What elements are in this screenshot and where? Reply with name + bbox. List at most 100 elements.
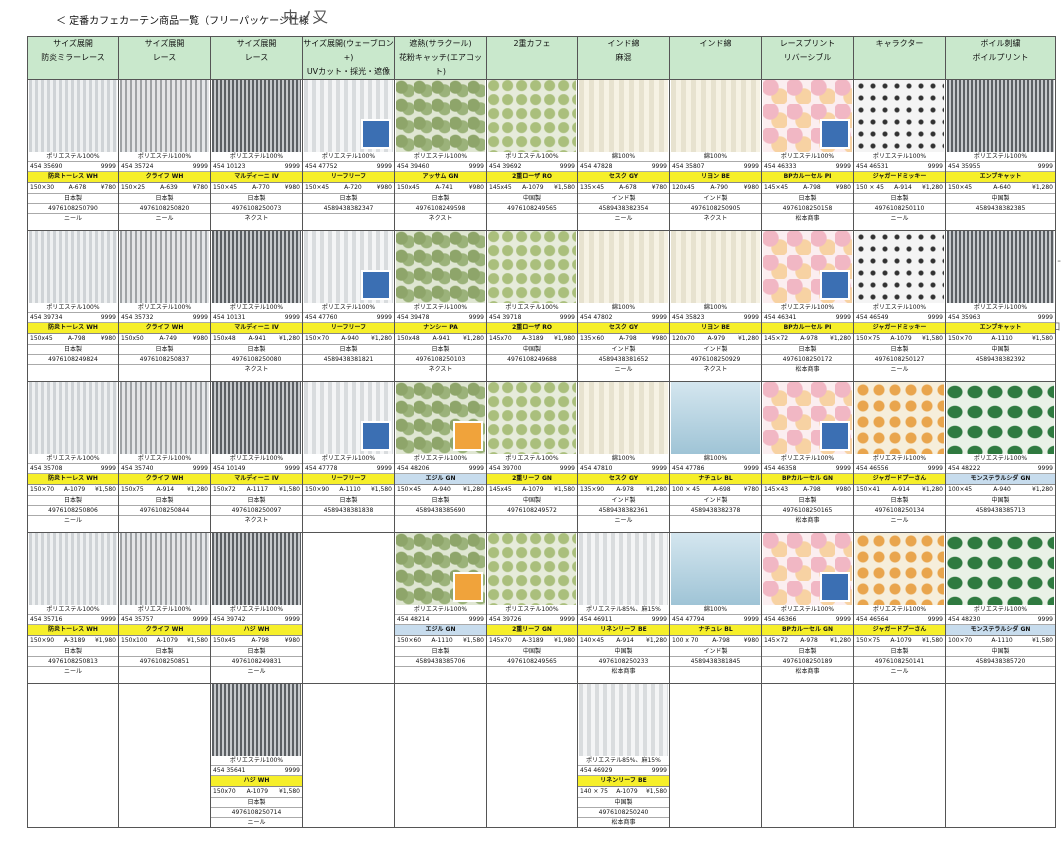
maker-name bbox=[29, 365, 118, 374]
origin-text: 中国製 bbox=[946, 345, 1055, 355]
size: 150×45 bbox=[397, 486, 422, 493]
material-text: ポリエステル100% bbox=[28, 605, 118, 615]
material-text: ポリエステル100% bbox=[487, 152, 577, 162]
product-name: ジャガードプーさん bbox=[854, 474, 945, 485]
stock-qty: 9999 bbox=[651, 465, 667, 472]
material-text: ポリエステル100% bbox=[854, 303, 945, 313]
price: ¥980 bbox=[284, 184, 300, 191]
product-photo bbox=[488, 533, 576, 605]
model-number: A-1079 bbox=[522, 486, 544, 493]
jan-code: 4589438381821 bbox=[303, 355, 394, 365]
size-price-line: 150×45 A-770 ¥980 bbox=[211, 183, 302, 194]
material-text: 綿100% bbox=[670, 454, 761, 464]
product-code: 454 39726 bbox=[489, 616, 522, 623]
column-header-line1: 2重カフェ bbox=[513, 39, 551, 48]
jan-code: 4976108249572 bbox=[487, 506, 577, 516]
product-name: 2重ローザ RO bbox=[487, 323, 577, 334]
model-number: A-639 bbox=[160, 184, 178, 191]
product-photo bbox=[488, 80, 576, 152]
stock-qty: 9999 bbox=[927, 163, 943, 170]
model-number: A-914 bbox=[892, 486, 910, 493]
column-header-line1: ボイル刺繍 bbox=[980, 39, 1021, 48]
size: 150×90 bbox=[30, 637, 55, 644]
product-info: ポリエステル100% 454 47778 9999 リーフリーフ 150×90 A-111… bbox=[303, 454, 394, 525]
product-name: ハジ WH bbox=[211, 776, 302, 787]
origin-text: 日本製 bbox=[762, 194, 853, 204]
product-card: ポリエステル100% 454 39700 9999 2重リーフ GN 145x45 A-1… bbox=[486, 381, 578, 533]
stock-qty: 9999 bbox=[927, 465, 943, 472]
product-info: ポリエステル100% 454 46564 9999 ジャガードプーさん 150×75 A-… bbox=[854, 605, 945, 676]
product-code-line: 454 47794 9999 bbox=[670, 615, 761, 625]
model-number: A-790 bbox=[710, 184, 728, 191]
product-code: 454 48230 bbox=[948, 616, 981, 623]
size-price-line: 150×45 A-720 ¥980 bbox=[303, 183, 394, 194]
product-name: モンステラルシダ GN bbox=[946, 474, 1055, 485]
stock-qty: 9999 bbox=[284, 314, 300, 321]
empty-cell bbox=[945, 683, 1056, 828]
product-code-line: 454 47786 9999 bbox=[670, 464, 761, 474]
size: 150x100 bbox=[121, 637, 148, 644]
product-name: ナンシー PA bbox=[395, 323, 486, 334]
product-code-line: 454 35823 9999 bbox=[670, 313, 761, 323]
product-card: ポリエステル100% 454 47752 9999 リーフリーフ 150×45 A-720… bbox=[302, 79, 395, 231]
product-code-line: 454 35732 9999 bbox=[119, 313, 210, 323]
material-text: ポリエステル100% bbox=[211, 152, 302, 162]
product-photo bbox=[120, 80, 209, 152]
product-code-line: 454 35757 9999 bbox=[119, 615, 210, 625]
product-code: 454 48214 bbox=[397, 616, 430, 623]
model-number: A-798 bbox=[803, 184, 821, 191]
maker-name: ネクスト bbox=[244, 215, 269, 222]
column-header-line2: 花粉キャッチ(エアコット) bbox=[398, 53, 483, 76]
product-name: ジャガードプーさん bbox=[854, 625, 945, 636]
product-code-line: 454 46366 9999 bbox=[762, 615, 853, 625]
jan-code: 4976108250240 bbox=[578, 808, 669, 818]
maker-name: 松本商事 bbox=[795, 517, 820, 524]
size: 100 × 45 bbox=[672, 486, 700, 493]
material-text: 綿100% bbox=[578, 303, 669, 313]
origin-text: 日本製 bbox=[854, 345, 945, 355]
price: ¥1,280 bbox=[186, 486, 208, 493]
maker-name bbox=[671, 516, 761, 525]
price: ¥1,580 bbox=[1031, 637, 1053, 644]
price: ¥1,980 bbox=[554, 637, 575, 644]
empty-cell bbox=[394, 683, 487, 828]
jan-code: 4976108250189 bbox=[762, 657, 853, 667]
origin-text: 中国製 bbox=[487, 194, 577, 204]
stock-qty: 9999 bbox=[376, 163, 392, 170]
model-number: A-1110 bbox=[991, 335, 1013, 342]
product-card: ポリエステル100% 454 35963 9999 エンブキャット 150×70 A-11… bbox=[945, 230, 1056, 382]
stock-qty: 9999 bbox=[559, 314, 575, 321]
size-price-line: 150x48 A-941 ¥1,280 bbox=[211, 334, 302, 345]
stock-qty: 9999 bbox=[284, 465, 300, 472]
origin-text: 日本製 bbox=[211, 496, 302, 506]
product-name: クライフ WH bbox=[119, 323, 210, 334]
stock-qty: 9999 bbox=[284, 616, 300, 623]
stock-qty: 9999 bbox=[376, 465, 392, 472]
column-header-line2: レース bbox=[152, 53, 177, 62]
product-info: ポリエステル100% 454 35708 9999 防炎トーレス WH 150×70 A-… bbox=[28, 454, 118, 525]
jan-code: 4589438385690 bbox=[395, 506, 486, 516]
product-photo bbox=[212, 533, 301, 605]
column-header: キャラクター bbox=[853, 36, 946, 80]
product-info: ポリエステル100% 454 35641 9999 ハジ WH 150x70 A-1079… bbox=[211, 756, 302, 827]
product-card: 綿100% 454 47802 9999 セスク GY 135×60 A-798 ¥980 イ… bbox=[577, 230, 670, 382]
size-price-line: 150×75 A-1079 ¥1,580 bbox=[854, 334, 945, 345]
product-info: ポリエステル100% 454 35955 9999 エンブキャット 150×45 A-64… bbox=[946, 152, 1055, 223]
column-header: 遮熱(サラクール) 花粉キャッチ(エアコット) bbox=[394, 36, 487, 80]
price: ¥1,580 bbox=[1031, 335, 1053, 342]
maker-name bbox=[488, 516, 577, 525]
jan-code: 4589438385720 bbox=[946, 657, 1055, 667]
size-price-line: 150x50 A-749 ¥980 bbox=[119, 334, 210, 345]
product-code-line: 454 46564 9999 bbox=[854, 615, 945, 625]
product-code-line: 454 39734 9999 bbox=[28, 313, 118, 323]
origin-text: 日本製 bbox=[119, 496, 210, 506]
product-code-line: 454 46556 9999 bbox=[854, 464, 945, 474]
size-price-line: 150x100 A-1079 ¥1,580 bbox=[119, 636, 210, 647]
product-info: ポリエステル100% 454 48214 9999 エジル GN 150×60 A-111… bbox=[395, 605, 486, 676]
product-card: ポリエステル100% 454 10131 9999 マルディーニ IV 150x48 A-… bbox=[210, 230, 303, 382]
product-code: 454 35708 bbox=[30, 465, 63, 472]
jan-code: 4976108250806 bbox=[28, 506, 118, 516]
product-info: ポリエステル100% 454 35716 9999 防炎トーレス WH 150×90 A-… bbox=[28, 605, 118, 676]
product-info: ポリエステル100% 454 48222 9999 モンステラルシダ GN 100×45… bbox=[946, 454, 1055, 525]
product-code-line: 454 46531 9999 bbox=[854, 162, 945, 172]
